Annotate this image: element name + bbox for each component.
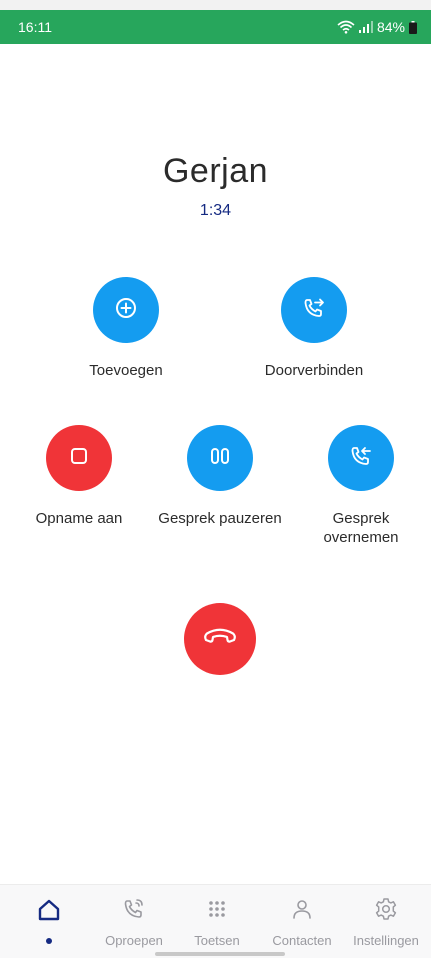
takeover-label-line1: Gesprek <box>332 510 390 527</box>
nav-label-toetsen: Toetsen <box>194 933 240 948</box>
record-button[interactable]: Opname aan <box>4 425 154 528</box>
dialpad-icon <box>205 897 229 926</box>
nav-toetsen[interactable]: Toetsen <box>172 897 262 948</box>
add-participant-button[interactable]: Toevoegen <box>51 277 201 380</box>
call-transfer-icon <box>301 295 327 326</box>
nav-home[interactable] <box>4 897 94 944</box>
add-label: Toevoegen <box>89 362 163 379</box>
takeover-label-line2: overnemen <box>323 529 399 546</box>
pause-icon <box>209 446 231 471</box>
home-indicator-bar <box>155 952 285 956</box>
hang-up-button[interactable] <box>184 603 256 675</box>
record-circle[interactable] <box>46 425 112 491</box>
signal-icon <box>358 21 373 33</box>
status-bar: 16:11 84% <box>0 10 431 44</box>
transfer-call-button[interactable]: Doorverbinden <box>239 277 389 380</box>
gear-icon <box>374 897 398 926</box>
record-label: Opname aan <box>35 510 123 527</box>
nav-instellingen[interactable]: Instellingen <box>341 897 431 948</box>
status-time: 16:11 <box>18 19 52 35</box>
takeover-label: Gesprek overnemen <box>323 509 398 547</box>
call-timer: 1:34 <box>199 202 232 219</box>
person-icon <box>290 897 314 926</box>
plus-circle-icon <box>115 297 137 324</box>
transfer-circle[interactable] <box>281 277 347 343</box>
bottom-nav: Oproepen Toetsen Contacten Instellingen <box>0 884 431 958</box>
take-over-call-button[interactable]: Gesprek overnemen <box>286 425 431 547</box>
top-strip <box>0 0 431 10</box>
nav-label-instellingen: Instellingen <box>353 933 419 948</box>
hold-button[interactable]: Gesprek pauzeren <box>145 425 295 528</box>
hang-up-icon <box>202 626 238 653</box>
transfer-label: Doorverbinden <box>264 362 364 379</box>
takeover-circle[interactable] <box>328 425 394 491</box>
status-indicators: 84% <box>337 19 417 35</box>
nav-oproepen[interactable]: Oproepen <box>89 897 179 948</box>
phone-calls-icon <box>121 897 147 926</box>
nav-active-dot <box>46 938 52 944</box>
add-circle[interactable] <box>93 277 159 343</box>
hold-circle[interactable] <box>187 425 253 491</box>
caller-name: Gerjan <box>162 152 269 190</box>
home-icon <box>36 897 62 928</box>
nav-label-contacten: Contacten <box>272 933 332 948</box>
stop-icon <box>69 446 89 471</box>
wifi-icon <box>337 20 355 34</box>
nav-label-oproepen: Oproepen <box>105 933 163 948</box>
battery-percent: 84% <box>376 19 405 35</box>
hold-label: Gesprek pauzeren <box>158 510 282 527</box>
call-takeover-icon <box>348 443 374 474</box>
nav-contacten[interactable]: Contacten <box>257 897 347 948</box>
battery-icon <box>409 20 417 34</box>
